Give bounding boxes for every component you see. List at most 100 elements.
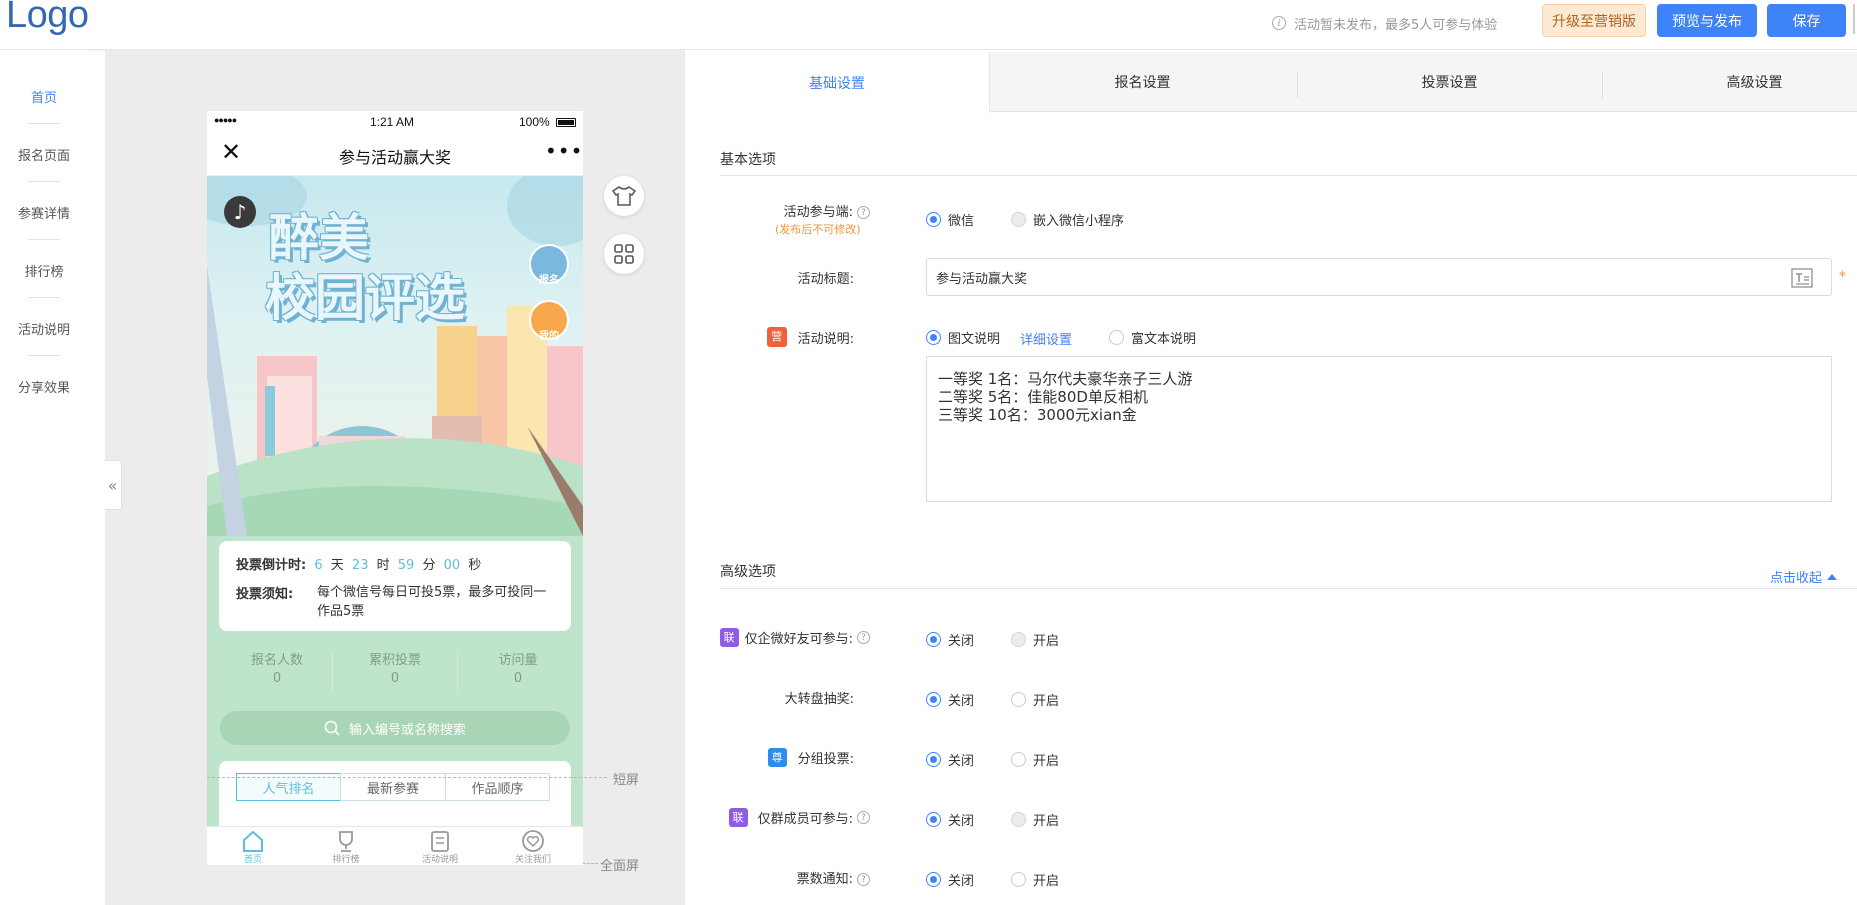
nav-item-leaderboard[interactable]: 排行榜 bbox=[0, 261, 88, 280]
tabbar-info[interactable]: 活动说明 bbox=[410, 829, 470, 865]
adv-label: 分组投票: bbox=[797, 752, 854, 767]
radio-label: 嵌入微信小程序 bbox=[1033, 214, 1125, 229]
help-icon[interactable]: ? bbox=[857, 206, 870, 219]
upgrade-button[interactable]: 升级至营销版 bbox=[1542, 4, 1646, 37]
radio-label: 图文说明 bbox=[948, 332, 1001, 347]
divider bbox=[720, 175, 1857, 176]
divider bbox=[28, 123, 60, 124]
radio-label: 开启 bbox=[1033, 694, 1060, 709]
countdown-seconds: 00 bbox=[443, 558, 461, 573]
shirt-icon bbox=[612, 186, 636, 206]
trophy-icon bbox=[339, 831, 353, 852]
required-mark: * bbox=[1839, 269, 1846, 285]
radio-off[interactable]: 关闭 bbox=[926, 690, 974, 709]
detail-settings-link[interactable]: 详细设置 bbox=[1020, 329, 1072, 348]
tab-signup-settings[interactable]: 报名设置 bbox=[990, 52, 1295, 112]
radio-on[interactable]: 开启 bbox=[1011, 810, 1059, 829]
radio-label: 关闭 bbox=[948, 814, 975, 829]
radio-indicator bbox=[926, 330, 941, 345]
home-icon bbox=[243, 830, 263, 852]
countdown-label: 投票倒计时: bbox=[236, 558, 307, 573]
activity-desc-textarea[interactable]: 一等奖 1名：马尔代夫豪华亲子三人游 二等奖 5名：佳能80D单反相机 三等奖 … bbox=[926, 356, 1832, 502]
nav-item-entry-detail[interactable]: 参赛详情 bbox=[0, 203, 88, 222]
tabbar-label: 活动说明 bbox=[421, 855, 458, 865]
adv-row-group-member: 联 仅群成员可参与:? bbox=[685, 808, 870, 828]
phone-search-input[interactable]: 输入编号或名称搜索 bbox=[220, 711, 570, 745]
desc-label-wrap: 营 活动说明: bbox=[766, 327, 854, 347]
title-label: 活动标题: bbox=[797, 272, 854, 287]
radio-off[interactable]: 关闭 bbox=[926, 810, 974, 829]
layout-button[interactable] bbox=[604, 234, 644, 274]
nav-item-signup-page[interactable]: 报名页面 bbox=[0, 145, 88, 164]
heart-icon bbox=[522, 830, 544, 852]
tabbar-label: 排行榜 bbox=[332, 855, 360, 865]
countdown-days: 6 bbox=[314, 558, 323, 573]
desc-label: 活动说明: bbox=[797, 331, 854, 347]
save-button[interactable]: 保存 bbox=[1767, 4, 1846, 37]
radio-on[interactable]: 开启 bbox=[1011, 690, 1059, 709]
activity-title-input[interactable]: 参与活动赢大奖 bbox=[926, 258, 1832, 296]
chevron-up-icon bbox=[1827, 573, 1838, 580]
countdown-card: 投票倒计时: 6 天 23 时 59 分 00 秒 投票须知: 每个微信号每日可… bbox=[219, 541, 571, 631]
battery-icon bbox=[556, 118, 576, 127]
mine-float-button[interactable]: 我的 bbox=[529, 300, 569, 342]
adv-label-wrap: 联 仅群成员可参与:? bbox=[728, 808, 870, 827]
radio-indicator bbox=[1011, 692, 1026, 707]
phone-status-bar: ●●●●● 1:21 AM 100% bbox=[207, 111, 583, 133]
radio-off[interactable]: 关闭 bbox=[926, 630, 974, 649]
tabbar-leaderboard[interactable]: 排行榜 bbox=[316, 829, 376, 865]
countdown-row: 投票倒计时: 6 天 23 时 59 分 00 秒 bbox=[236, 554, 481, 573]
radio-graphic-desc[interactable]: 图文说明 bbox=[926, 328, 1000, 347]
tabbar-home[interactable]: 首页 bbox=[223, 829, 283, 865]
tab-basic-settings[interactable]: 基础设置 bbox=[685, 52, 990, 113]
radio-on[interactable]: 开启 bbox=[1011, 630, 1059, 649]
music-icon[interactable]: ♪ bbox=[224, 196, 256, 228]
tab-vote-settings[interactable]: 投票设置 bbox=[1297, 52, 1602, 112]
preview-publish-button[interactable]: 预览与发布 bbox=[1657, 4, 1757, 37]
tabbar-follow[interactable]: 关注我们 bbox=[503, 829, 563, 865]
banner-image: ♪ 醉美 校园评选 报名 我的 bbox=[207, 176, 583, 536]
nav-item-home[interactable]: 首页 bbox=[0, 87, 88, 106]
nav-item-activity-info[interactable]: 活动说明 bbox=[0, 319, 88, 338]
help-icon[interactable]: ? bbox=[857, 873, 870, 886]
countdown-minutes-unit: 分 bbox=[422, 558, 436, 573]
top-bar: Logo i 活动暂未发布，最多5人可参与体验 升级至营销版 预览与发布 保存 bbox=[0, 0, 1857, 50]
adv-label-wrap: 票数通知:? bbox=[797, 868, 870, 887]
divider bbox=[28, 239, 60, 240]
divider bbox=[28, 181, 60, 182]
radio-label: 开启 bbox=[1033, 814, 1060, 829]
radio-label: 微信 bbox=[948, 214, 975, 229]
nav-item-share-effect[interactable]: 分享效果 bbox=[0, 377, 88, 396]
search-placeholder: 输入编号或名称搜索 bbox=[348, 722, 466, 738]
radio-off[interactable]: 关闭 bbox=[926, 750, 974, 769]
help-icon[interactable]: ? bbox=[857, 631, 870, 644]
radio-label: 关闭 bbox=[948, 754, 975, 769]
help-icon[interactable]: ? bbox=[857, 811, 870, 824]
collapse-advanced-link[interactable]: 点击收起 bbox=[1770, 567, 1838, 586]
short-screen-line bbox=[207, 777, 607, 778]
adv-row-wheel: 大转盘抽奖: bbox=[685, 688, 870, 708]
search-icon bbox=[324, 720, 340, 736]
radio-on[interactable]: 开启 bbox=[1011, 870, 1059, 889]
collapse-nav-button[interactable]: « bbox=[104, 460, 122, 510]
signup-float-button[interactable]: 报名 bbox=[529, 244, 569, 286]
radio-rich-desc[interactable]: 富文本说明 bbox=[1109, 328, 1196, 347]
more-icon[interactable]: ••• bbox=[545, 139, 583, 163]
phone-header: ✕ 参与活动赢大奖 ••• bbox=[207, 133, 583, 176]
radio-on[interactable]: 开启 bbox=[1011, 750, 1059, 769]
adv-label-wrap: 联 仅企微好友可参与:? bbox=[719, 628, 870, 647]
logo: Logo bbox=[6, 0, 89, 36]
text-format-icon[interactable] bbox=[1791, 268, 1813, 288]
stat-value: 0 bbox=[390, 671, 400, 686]
radio-label: 开启 bbox=[1033, 634, 1060, 649]
theme-button[interactable] bbox=[604, 176, 644, 216]
radio-off[interactable]: 关闭 bbox=[926, 870, 974, 889]
divider bbox=[332, 651, 333, 693]
collapse-label: 点击收起 bbox=[1770, 571, 1823, 586]
radio-label: 关闭 bbox=[948, 634, 975, 649]
advanced-section-title: 高级选项 bbox=[720, 564, 776, 580]
tab-advanced-settings[interactable]: 高级设置 bbox=[1602, 52, 1857, 112]
radio-miniprogram[interactable]: 嵌入微信小程序 bbox=[1011, 210, 1124, 229]
radio-wechat[interactable]: 微信 bbox=[926, 210, 974, 229]
radio-label: 关闭 bbox=[948, 874, 975, 889]
